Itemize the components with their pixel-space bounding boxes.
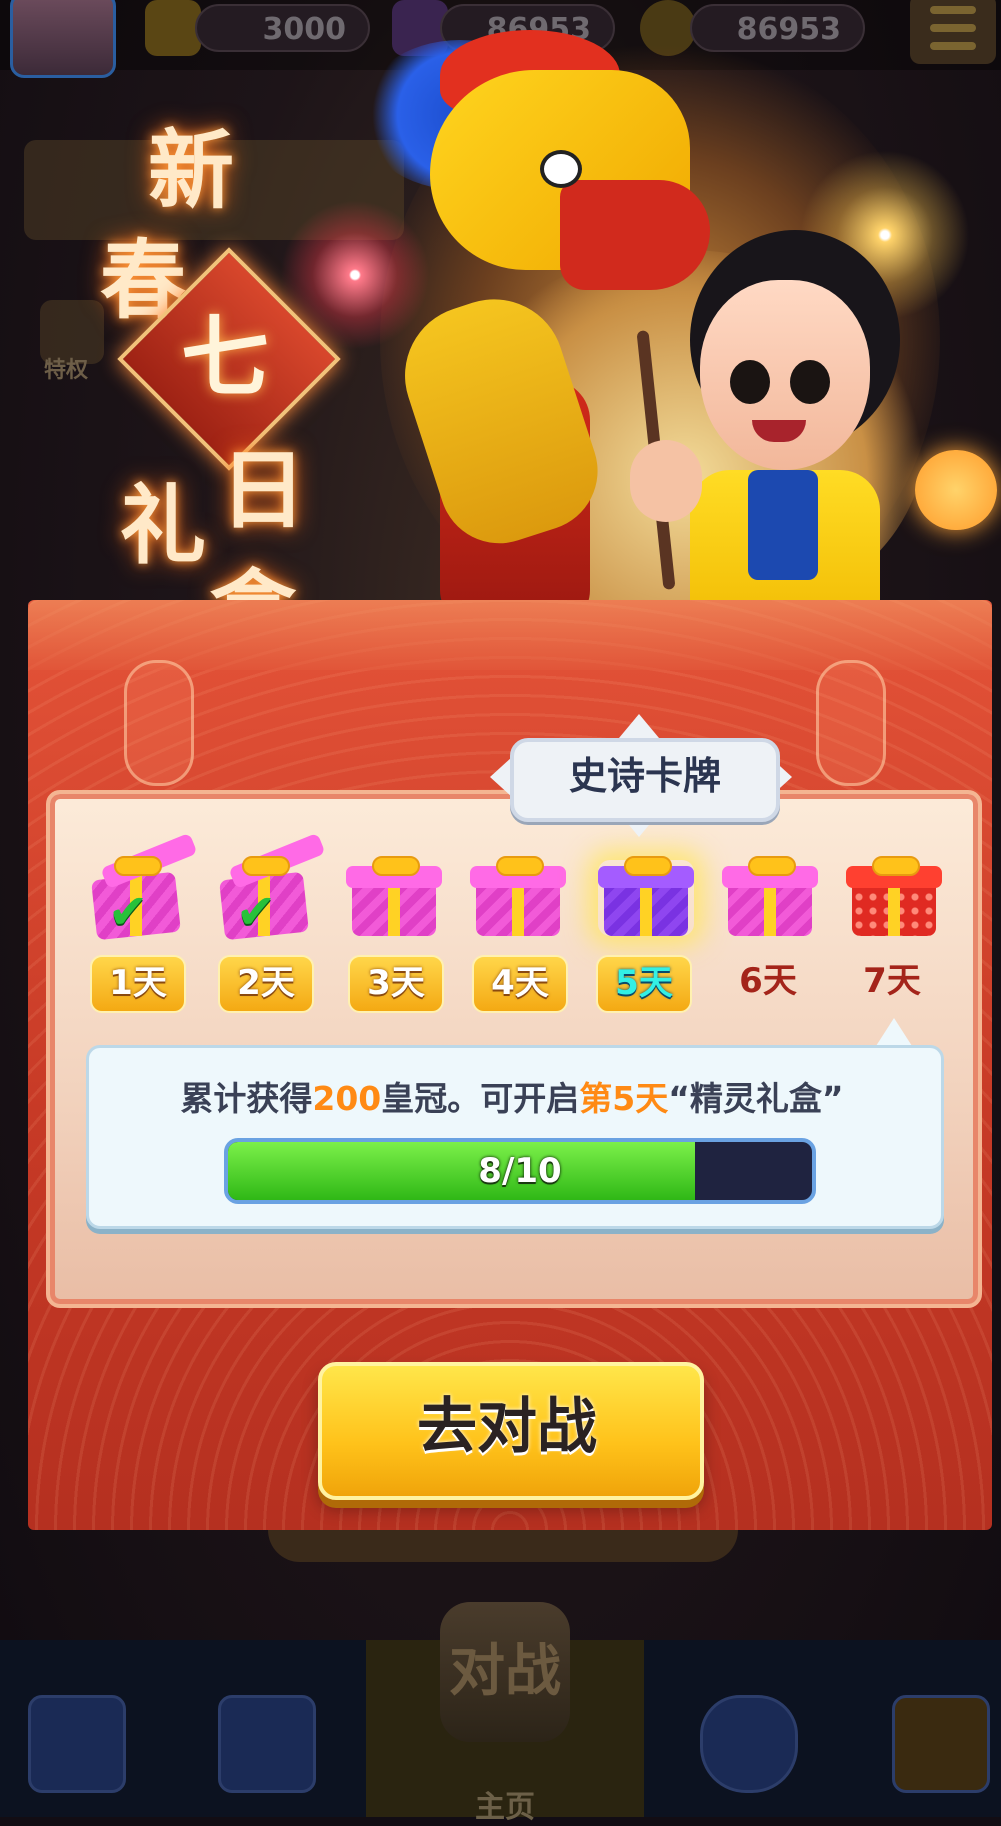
title-char: 礼 bbox=[120, 475, 206, 576]
gift-box-day2[interactable]: ✔ bbox=[216, 832, 326, 941]
progress-bar: 8/10 bbox=[224, 1138, 816, 1204]
nav-team-icon[interactable] bbox=[700, 1695, 798, 1793]
nav-shop-icon[interactable] bbox=[892, 1695, 990, 1793]
coin-counter: 86953 bbox=[690, 4, 865, 52]
msg-day: 第5天 bbox=[579, 1079, 669, 1118]
gift-box-day5[interactable] bbox=[598, 856, 694, 936]
title-char: 七 bbox=[180, 305, 269, 409]
progress-bar-label: 8/10 bbox=[478, 1151, 562, 1191]
tooltip-arrow bbox=[619, 714, 659, 738]
tooltip-arrow bbox=[490, 757, 512, 797]
dragon-jaw bbox=[560, 180, 710, 290]
girl-eye bbox=[790, 360, 830, 404]
progress-message: 累计获得200皇冠。可开启第5天“精灵礼盒” bbox=[86, 1072, 938, 1120]
girl-eye bbox=[730, 360, 770, 404]
reward-tooltip-text: 史诗卡牌 bbox=[568, 754, 721, 798]
check-icon: ✔ bbox=[108, 884, 149, 940]
crown-icon bbox=[145, 0, 201, 56]
day-label-6: 6天 bbox=[739, 961, 797, 1001]
day-label-1: 1天 bbox=[90, 955, 186, 1013]
title-char: 新 bbox=[148, 120, 234, 221]
lantern-icon bbox=[124, 660, 194, 786]
lantern-icon bbox=[816, 660, 886, 786]
title-char: 日 bbox=[220, 440, 306, 541]
sky-lantern-icon bbox=[915, 450, 997, 530]
msg-box: “精灵礼盒” bbox=[668, 1079, 844, 1118]
day-label-3: 3天 bbox=[348, 955, 444, 1013]
msg-amount: 200 bbox=[312, 1079, 382, 1118]
nav-battle-icon[interactable]: 对战 bbox=[440, 1602, 570, 1742]
gift-box-day4[interactable] bbox=[470, 856, 566, 936]
girl-hand bbox=[630, 440, 702, 522]
msg-pre: 累计获得 bbox=[180, 1079, 313, 1118]
gift-box-day7[interactable] bbox=[846, 856, 942, 936]
nav-calendar-icon[interactable] bbox=[218, 1695, 316, 1793]
go-battle-label[interactable]: 去对战 bbox=[318, 1362, 696, 1492]
card-pointer bbox=[876, 1018, 912, 1046]
check-icon: ✔ bbox=[236, 884, 277, 940]
menu-button[interactable] bbox=[910, 0, 996, 64]
girl-collar bbox=[748, 470, 818, 580]
day-label-7: 7天 bbox=[863, 961, 921, 1001]
crown-counter: 3000 bbox=[195, 4, 370, 52]
day-label-5: 5天 bbox=[596, 955, 692, 1013]
panel-base-decoration bbox=[268, 1530, 738, 1562]
gift-box-day6[interactable] bbox=[722, 856, 818, 936]
dragon-eye bbox=[540, 150, 582, 188]
day-label-2: 2天 bbox=[218, 955, 314, 1013]
day-label-4: 4天 bbox=[472, 955, 568, 1013]
player-avatar[interactable] bbox=[10, 0, 116, 78]
gift-box-day1[interactable]: ✔ bbox=[88, 832, 198, 941]
nav-rank-icon[interactable] bbox=[28, 1695, 126, 1793]
privilege-label: 特权 bbox=[44, 358, 89, 383]
msg-mid: 皇冠。可开启 bbox=[381, 1079, 580, 1118]
nav-home-label: 主页 bbox=[475, 1790, 535, 1825]
gift-box-day3[interactable] bbox=[346, 856, 442, 936]
